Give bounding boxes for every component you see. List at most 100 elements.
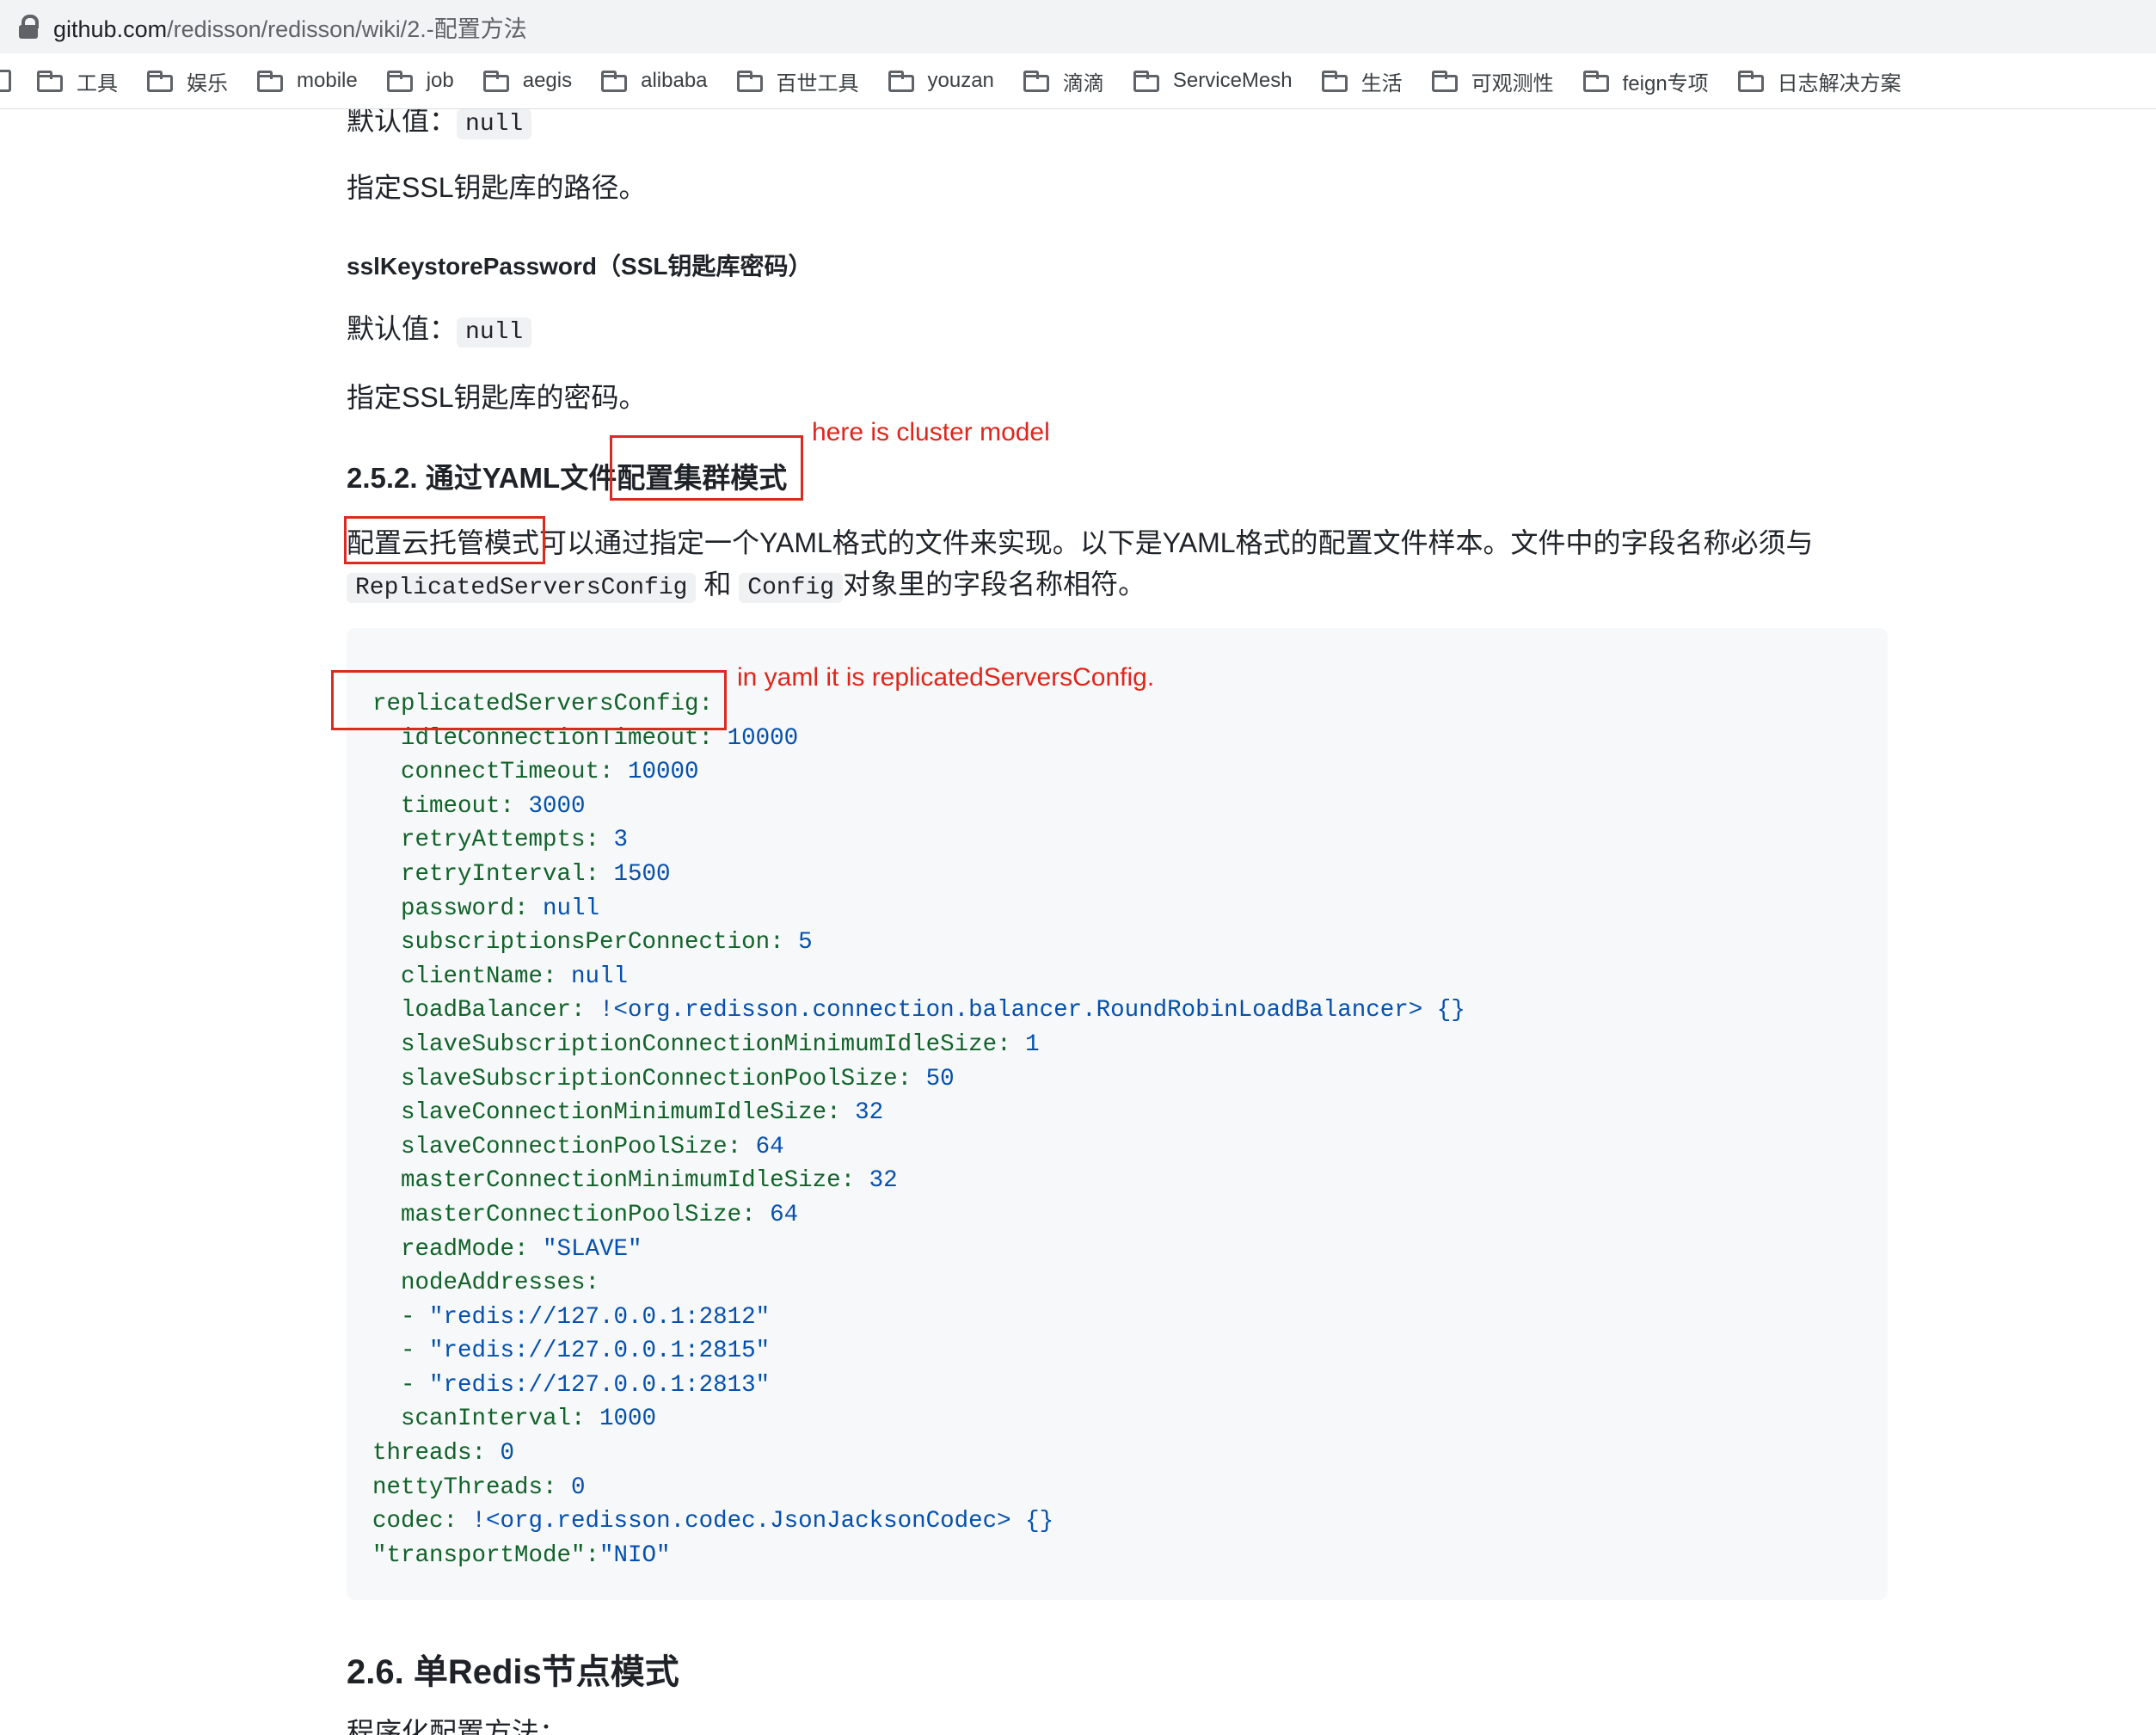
bookmark-folder[interactable]: 可观测性: [1431, 66, 1554, 96]
code-key: subscriptionsPerConnection:: [372, 929, 784, 957]
code-value: null: [528, 895, 600, 922]
code-key: masterConnectionMinimumIdleSize:: [372, 1167, 856, 1195]
bookmarks-bar: 工具 娱乐 mobile job aegis alibaba 百世工具 youz…: [0, 53, 2156, 109]
annotation-box-yaml-key: [331, 670, 727, 730]
code-value: 64: [755, 1201, 799, 1228]
code-key: slaveSubscriptionConnectionPoolSize:: [372, 1065, 912, 1092]
code-line: subscriptionsPerConnection: 5: [372, 926, 1465, 960]
bookmark-folder[interactable]: ServiceMesh: [1133, 69, 1293, 93]
bookmark-folder[interactable]: alibaba: [601, 69, 708, 93]
code-line: slaveSubscriptionConnectionMinimumIdleSi…: [372, 1028, 1465, 1062]
keystore-path-desc: 指定SSL钥匙库的路径。: [347, 172, 647, 203]
code-line: retryInterval: 1500: [372, 858, 1465, 892]
folder-icon: [147, 71, 173, 92]
code-value: 50: [912, 1065, 955, 1092]
folder-icon: [1023, 71, 1049, 92]
code-key: masterConnectionPoolSize:: [372, 1201, 756, 1228]
code-key: slaveConnectionMinimumIdleSize:: [372, 1099, 841, 1127]
bookmark-label: 滴滴: [1062, 71, 1104, 95]
bookmark-folder[interactable]: 娱乐: [147, 66, 228, 96]
code-key: threads:: [372, 1440, 487, 1467]
url-path: /redisson/redisson/wiki/2.-配置方法: [167, 15, 527, 42]
bookmark-label: aegis: [522, 69, 573, 92]
code-key: scanInterval:: [372, 1406, 586, 1433]
code-line: - "redis://127.0.0.1:2815": [372, 1334, 1465, 1369]
bookmark-label: ServiceMesh: [1172, 69, 1293, 92]
folder-icon: [736, 71, 763, 92]
code-value: 1000: [585, 1406, 657, 1433]
code-value: 0: [556, 1474, 586, 1501]
folder-icon: [888, 71, 914, 92]
code-value: "redis://127.0.0.1:2815": [429, 1338, 771, 1365]
code-key: readMode:: [372, 1235, 529, 1263]
lock-icon[interactable]: [17, 14, 40, 40]
inline-code: Config: [739, 573, 844, 603]
code-key: codec:: [372, 1508, 458, 1535]
partial-bookmark-icon[interactable]: [0, 70, 11, 92]
code-value: 10000: [613, 759, 699, 786]
para-text: 可以通过指定一个YAML格式的文件来实现。以下是YAML格式的配置文件样本。文件…: [539, 527, 1814, 558]
url-text[interactable]: github.com/redisson/redisson/wiki/2.-配置方…: [53, 10, 527, 44]
code-line: slaveSubscriptionConnectionPoolSize: 50: [372, 1062, 1465, 1097]
code-line: masterConnectionPoolSize: 64: [372, 1198, 1465, 1233]
code-line: connectTimeout: 10000: [372, 755, 1465, 790]
bookmark-folder[interactable]: mobile: [257, 69, 358, 93]
code-value: "redis://127.0.0.1:2813": [429, 1371, 771, 1399]
bookmark-label: alibaba: [641, 69, 708, 92]
code-value: !<org.redisson.codec.JsonJacksonCodec> {…: [458, 1508, 1054, 1535]
bookmark-folder[interactable]: 滴滴: [1023, 66, 1104, 96]
code-line: - "redis://127.0.0.1:2813": [372, 1369, 1465, 1403]
bookmark-folder[interactable]: 工具: [37, 66, 118, 96]
bookmark-folder[interactable]: youzan: [888, 69, 994, 93]
code-key: nodeAddresses:: [372, 1270, 600, 1297]
wiki-content: 默认值： null 指定SSL钥匙库的路径。 sslKeystorePasswor…: [0, 109, 2156, 1735]
folder-icon: [1431, 71, 1458, 92]
code-line: slaveConnectionMinimumIdleSize: 32: [372, 1096, 1465, 1130]
bookmark-label: 工具: [77, 71, 118, 95]
address-bar[interactable]: github.com/redisson/redisson/wiki/2.-配置方…: [0, 0, 2156, 53]
code-key: slaveConnectionPoolSize:: [372, 1133, 742, 1160]
code-value: "SLAVE": [528, 1235, 642, 1263]
code-key: loadBalancer:: [372, 997, 586, 1024]
bookmark-folder[interactable]: 百世工具: [736, 66, 859, 96]
code-line: scanInterval: 1000: [372, 1402, 1465, 1437]
code-key: password:: [372, 895, 529, 922]
bookmark-folder[interactable]: 生活: [1321, 66, 1403, 96]
folder-icon: [1133, 71, 1159, 92]
default-value: null: [457, 109, 532, 139]
code-value: !<org.redisson.connection.balancer.Round…: [585, 997, 1465, 1024]
default-label: 默认值：: [347, 109, 458, 136]
section-paragraph-line2: ReplicatedServersConfig 和 Config 对象里的字段名称…: [347, 563, 1146, 603]
bookmark-folder[interactable]: job: [386, 69, 454, 93]
code-value: null: [556, 963, 629, 990]
code-key: retryAttempts:: [372, 827, 600, 854]
code-value: 0: [486, 1440, 515, 1467]
annotation-box-para: [344, 516, 545, 564]
bookmark-folder[interactable]: aegis: [482, 69, 573, 93]
code-value: "redis://127.0.0.1:2812": [429, 1303, 771, 1331]
code-line: loadBalancer: !<org.redisson.connection.…: [372, 994, 1465, 1028]
bookmark-folder[interactable]: feign专项: [1582, 66, 1709, 96]
folder-icon: [1321, 71, 1348, 92]
keystore-password-heading: sslKeystorePassword（SSL钥匙库密码）: [347, 253, 813, 280]
bookmark-folder[interactable]: 日志解决方案: [1737, 66, 1901, 96]
code-line: "transportMode":"NIO": [372, 1539, 1465, 1573]
code-value: 3: [599, 827, 629, 854]
default-line: 默认值： null: [347, 307, 532, 348]
bookmark-label: job: [426, 69, 454, 92]
code-line: nodeAddresses:: [372, 1266, 1465, 1301]
folder-icon: [386, 71, 413, 92]
folder-icon: [482, 71, 509, 92]
code-key: slaveSubscriptionConnectionMinimumIdleSi…: [372, 1031, 1011, 1058]
code-line: slaveConnectionPoolSize: 64: [372, 1130, 1465, 1165]
code-key: nettyThreads:: [372, 1474, 557, 1501]
bookmark-label: 百世工具: [776, 71, 859, 95]
default-label: 默认值：: [347, 313, 458, 344]
code-value: 5: [783, 929, 813, 957]
code-line: masterConnectionMinimumIdleSize: 32: [372, 1164, 1465, 1198]
yaml-code: replicatedServersConfig: idleConnectionT…: [372, 687, 1465, 1572]
code-line: retryAttempts: 3: [372, 823, 1465, 858]
code-line: nettyThreads: 0: [372, 1471, 1465, 1505]
bookmark-label: 娱乐: [187, 71, 228, 95]
folder-icon: [1737, 71, 1764, 92]
